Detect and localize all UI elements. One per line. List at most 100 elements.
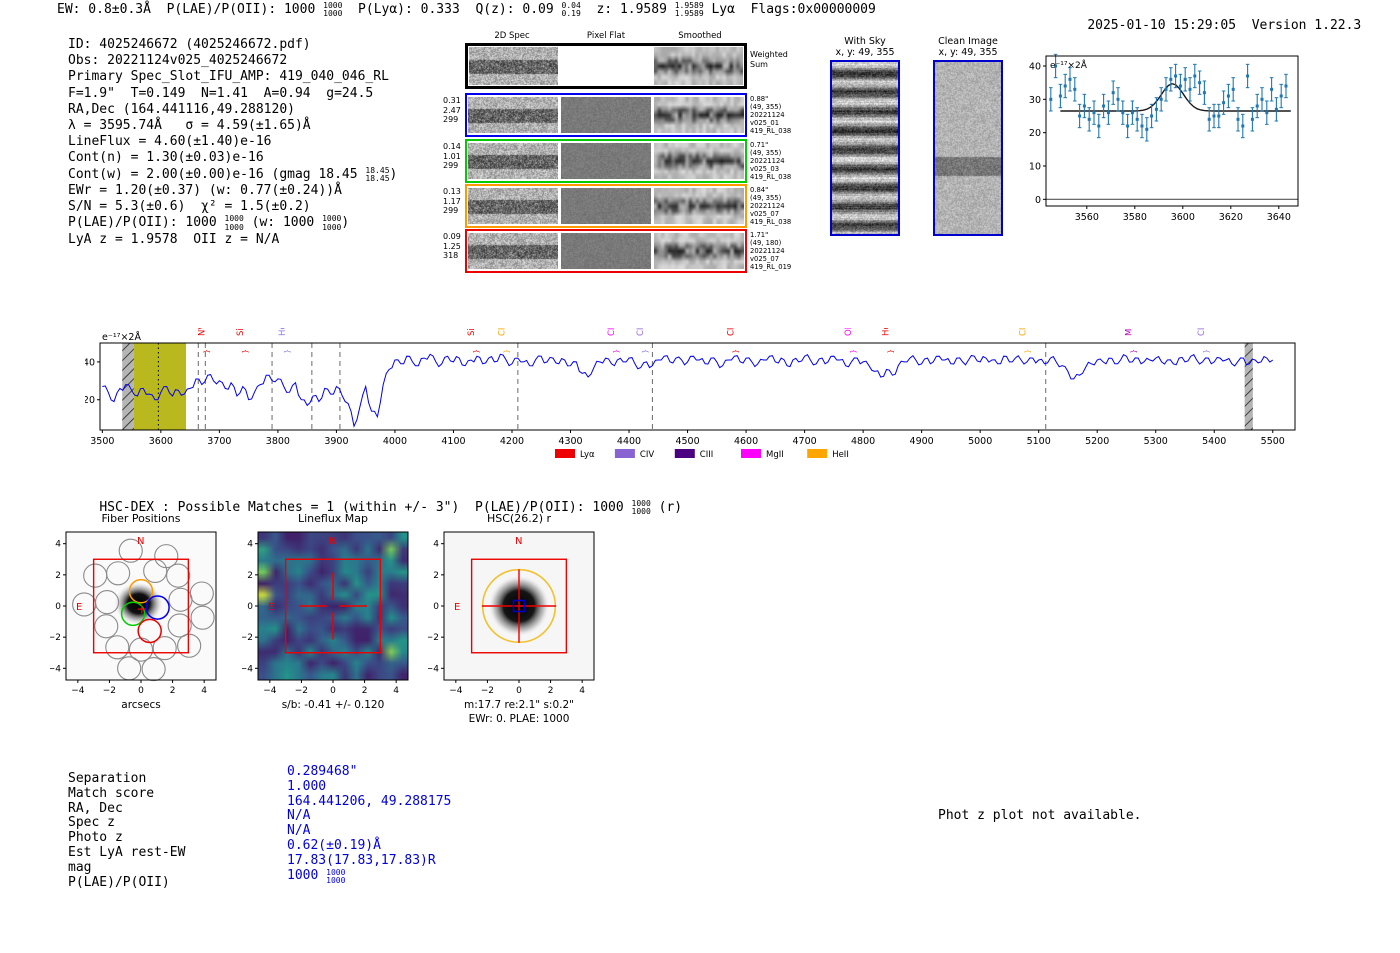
y-tick-label: 20 — [85, 395, 95, 406]
y-tick-label: 40 — [85, 357, 95, 368]
emission-line-label: SiII — [236, 328, 246, 336]
text-segment: P(Lyα): 0.333 Q(z): 0.09 — [342, 2, 562, 17]
text-segment: EWr = 1.20(±0.37) (w: 0.77(±0.24))Å — [68, 183, 342, 199]
clean-image-panel — [933, 60, 1003, 236]
match-row-label: Photo z — [68, 830, 123, 846]
spectrum-line — [102, 353, 1274, 428]
match-row-value: N/A — [287, 823, 451, 839]
y-tick-label: 40 — [1029, 62, 1041, 73]
y-tick-label: −4 — [242, 664, 253, 674]
text-segment: 0.289468" — [287, 764, 358, 779]
cutout-row-stats: 0.13 1.17 299 — [443, 187, 461, 215]
hsc-plae-fraction: 1000 1000 — [631, 499, 651, 517]
flux-units-annotation: e⁻¹⁷×2Å — [102, 331, 141, 343]
cutout-flat-image — [561, 233, 651, 269]
text-segment: Lyα Flags:0x00000009 — [703, 2, 876, 17]
cutout-row — [465, 139, 747, 183]
match-row-label: Spec z — [68, 815, 115, 831]
y-tick-label: −4 — [50, 664, 61, 674]
match-row-value: 0.289468" — [287, 764, 451, 780]
y-tick-label: 0 — [55, 602, 61, 612]
info-line: S/N = 5.3(±0.6) χ² = 1.5(±0.2) — [68, 199, 397, 215]
x-tick-label: 4600 — [734, 436, 758, 447]
compass-east-label: E — [76, 602, 82, 613]
map-title: HSC(26.2) r — [487, 512, 552, 525]
text-segment: P(LAE)/P(OII): 1000 — [166, 2, 324, 17]
cutout-row-meta: 0.71" (49, 355) 20221124 v025_03 419_RL_038 — [750, 141, 792, 182]
emission-line-marker: { — [283, 349, 291, 353]
x-tick-label: 3600 — [149, 436, 173, 447]
match-row-label: Est LyA rest-EW — [68, 844, 186, 860]
cutout-row — [465, 93, 747, 137]
stacked-fraction: 0.04 0.19 — [561, 1, 581, 19]
report-version: Version 1.22.3 — [1251, 18, 1362, 34]
text-segment: 164.441206, 49.288175 — [287, 793, 452, 809]
text-segment: N/A — [287, 808, 311, 824]
stacked-fraction: 1000 1000 — [224, 214, 244, 232]
match-row-label: Separation — [68, 771, 147, 786]
x-tick-label: 3560 — [1075, 212, 1099, 223]
x-tick-label: 3640 — [1267, 212, 1291, 223]
map-xlabel: m:17.7 re:2.1" s:0.2" — [464, 699, 574, 711]
cutout-blank-image — [561, 47, 651, 85]
emission-line-marker: { — [612, 349, 620, 353]
clean-image-title: Clean Image x, y: 49, 355 — [923, 36, 1013, 58]
cutout-flat-image — [561, 97, 651, 133]
text-segment: (w: 1000 — [243, 215, 323, 231]
report-timestamp: 2025-01-10 15:29:05 — [1087, 18, 1237, 34]
y-tick-label: 2 — [55, 571, 61, 581]
emission-line-label: CIV — [726, 328, 736, 336]
x-tick-label: 0 — [138, 686, 144, 696]
cutout-smooth-image — [654, 233, 744, 269]
cutout-smooth-image — [654, 188, 744, 224]
cutout-spec-image — [469, 47, 558, 85]
emission-line-label: CII — [607, 328, 617, 336]
emission-line-label: OII — [844, 328, 854, 336]
with-sky-coords: x, y: 49, 355 — [835, 47, 895, 58]
compass-north-label: N — [515, 536, 522, 547]
text-segment: 0.62(±0.19)Å — [287, 837, 381, 853]
stacked-fraction: 18.45 18.45 — [365, 165, 390, 183]
y-tick-label: 2 — [247, 571, 253, 581]
emission-line-marker: { — [202, 349, 210, 353]
legend-label: CIV — [640, 450, 654, 460]
info-line: Primary Spec_Slot_IFU_AMP: 419_040_046_R… — [68, 69, 397, 85]
info-line: EWr = 1.20(±0.37) (w: 0.77(±0.24))Å — [68, 183, 397, 199]
info-line: Obs: 20221124v025_4025246672 — [68, 53, 397, 69]
x-tick-label: 4 — [393, 686, 399, 696]
with-sky-label: With Sky — [844, 36, 886, 47]
x-tick-label: −4 — [449, 686, 463, 696]
x-tick-label: 2 — [362, 686, 368, 696]
emission-line-marker: { — [641, 349, 649, 353]
x-tick-label: 3620 — [1219, 212, 1243, 223]
emission-line-label: CII — [1018, 328, 1028, 336]
info-line: λ = 3595.74Å σ = 4.59(±1.65)Å — [68, 118, 397, 134]
y-tick-label: 0 — [247, 602, 253, 612]
y-tick-label: −2 — [242, 633, 253, 643]
x-tick-label: 3900 — [324, 436, 348, 447]
masked-band — [1244, 343, 1253, 430]
text-segment: z: 1.9589 — [580, 2, 675, 17]
legend-swatch — [807, 449, 828, 458]
emission-line-label: CIII — [636, 328, 646, 336]
x-tick-label: 4800 — [851, 436, 875, 447]
lineflux-svg: N E −4 −4 −2 −2 0 0 2 2 4 4 Lineflux Map s/b: -0.41 +… — [242, 512, 409, 711]
cutout-spec-image — [468, 97, 558, 133]
emission-line-marker: { — [849, 349, 857, 353]
x-tick-label: 4000 — [383, 436, 407, 447]
match-row-label: Match score — [68, 785, 155, 801]
detection-info-block: ID: 4025246672 (4025246672.pdf) Obs: 2022… — [68, 37, 397, 248]
cutout-row-stats: 0.09 1.25 318 — [443, 232, 461, 260]
x-tick-label: 3500 — [90, 436, 114, 447]
cutout-spec-image — [468, 233, 558, 269]
text-segment: RA,Dec (164.441116,49.288120) — [68, 101, 295, 117]
full-spectrum-plot: 3500 3600 3700 3800 3900 4000 4100 4200 4300 4400… — [85, 328, 1296, 460]
cutout-row — [465, 43, 747, 89]
emission-line-label: SiIV — [467, 328, 477, 336]
text-segment: Cont(w) = 2.00(±0.00)e-16 (gmag 18.45 — [68, 166, 366, 182]
x-tick-label: 0 — [330, 686, 336, 696]
compass-north-label: N — [137, 536, 144, 547]
lineflux-map: N E −4 −4 −2 −2 0 0 2 2 4 4 Lineflux Map s/b: -0.41 +… — [242, 510, 427, 735]
elixer-report-page: EW: 0.8±0.3Å P(LAE)/P(OII): 1000 1000 100… — [0, 0, 1400, 953]
emission-line-marker: { — [1202, 349, 1210, 353]
